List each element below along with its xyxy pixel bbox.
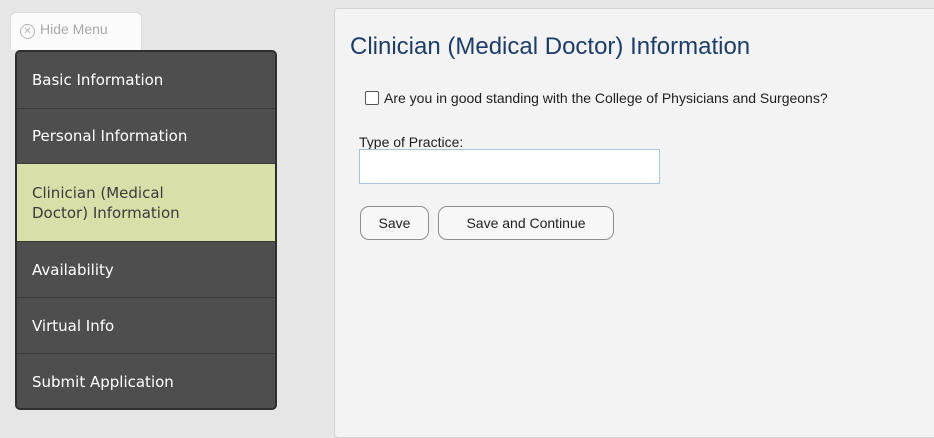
sidebar-item-availability[interactable]: Availability [17, 242, 275, 298]
hide-menu-button[interactable]: ✕ Hide Menu [10, 12, 142, 50]
sidebar-item-label: Basic Information [32, 71, 164, 89]
save-button[interactable]: Save [360, 206, 429, 240]
type-of-practice-label: Type of Practice: [359, 134, 464, 150]
good-standing-label: Are you in good standing with the Colleg… [384, 90, 828, 106]
sidebar-item-basic-information[interactable]: Basic Information [17, 52, 275, 109]
sidebar-item-submit-application[interactable]: Submit Application [17, 354, 275, 408]
main-content-panel: Clinician (Medical Doctor) Information A… [334, 8, 934, 438]
hide-menu-label: Hide Menu [40, 21, 108, 37]
sidebar-item-personal-information[interactable]: Personal Information [17, 109, 275, 164]
sidebar-item-label: Personal Information [32, 127, 188, 145]
save-and-continue-button[interactable]: Save and Continue [438, 206, 614, 240]
type-of-practice-input[interactable] [359, 149, 660, 184]
sidebar-item-label: Virtual Info [32, 316, 115, 335]
close-circle-icon: ✕ [20, 24, 35, 39]
good-standing-question[interactable]: Are you in good standing with the Colleg… [365, 90, 828, 106]
sidebar-item-label: Clinician (Medical Doctor) Information [32, 183, 180, 222]
sidebar-item-label: Submit Application [32, 373, 174, 391]
sidebar-item-virtual-info[interactable]: Virtual Info [17, 298, 275, 354]
sidebar-item-clinician-information[interactable]: Clinician (Medical Doctor) Information [17, 164, 275, 242]
sidebar-item-label: Availability [32, 260, 114, 279]
page-title: Clinician (Medical Doctor) Information [350, 33, 751, 60]
sidebar-menu: Basic Information Personal Information C… [15, 50, 277, 410]
good-standing-checkbox[interactable] [365, 91, 379, 105]
